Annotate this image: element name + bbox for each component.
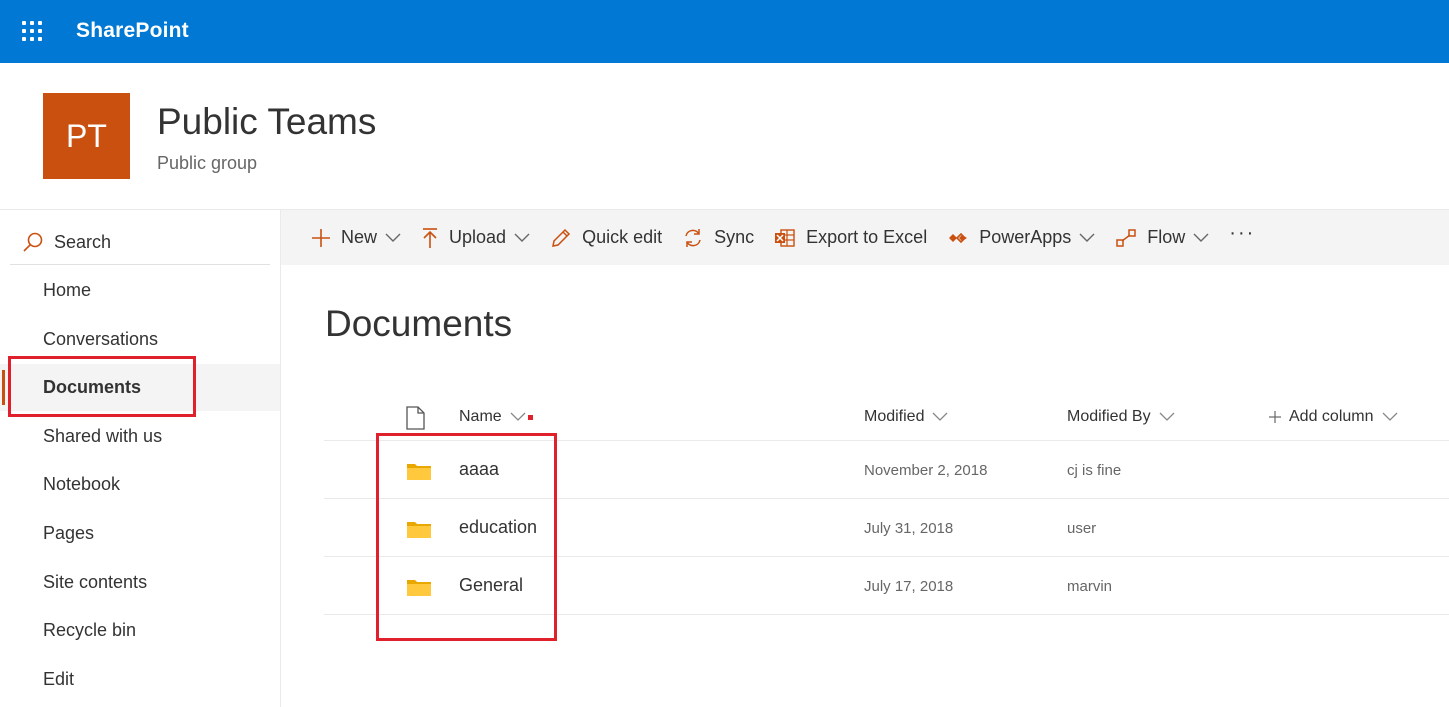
column-modified-by-label: Modified By <box>1067 408 1151 425</box>
column-modified-label: Modified <box>864 408 925 425</box>
chevron-down-icon <box>933 412 948 421</box>
add-column-button[interactable]: Add column <box>1268 408 1398 426</box>
site-logo[interactable]: PT <box>43 93 130 179</box>
list-header: Name Modified Modified By Add column <box>324 395 1449 441</box>
chevron-down-icon <box>514 233 530 242</box>
quick-edit-button[interactable]: Quick edit <box>550 210 662 265</box>
upload-label: Upload <box>449 227 507 247</box>
upload-icon <box>423 227 438 248</box>
plus-icon <box>1269 411 1281 423</box>
suite-brand[interactable]: SharePoint <box>76 19 189 43</box>
plus-icon <box>312 228 330 247</box>
flow-icon <box>1116 228 1137 247</box>
suite-bar: SharePoint <box>0 0 1449 63</box>
page-title: Documents <box>325 303 513 344</box>
chevron-down-icon <box>385 233 401 242</box>
nav-item-pages[interactable]: Pages <box>0 510 280 557</box>
chevron-down-icon <box>1193 233 1209 242</box>
search-icon <box>23 232 43 252</box>
flow-label: Flow <box>1147 227 1186 247</box>
sync-icon <box>685 228 701 247</box>
app-launcher-icon[interactable] <box>20 19 44 43</box>
powerapps-button[interactable]: PowerApps <box>947 210 1095 265</box>
chevron-down-icon <box>1079 233 1095 242</box>
chevron-down-icon <box>1382 412 1397 421</box>
nav-item-conversations[interactable]: Conversations <box>0 316 280 363</box>
export-to-excel-label: Export to Excel <box>806 227 928 247</box>
new-label: New <box>341 227 378 247</box>
modified-date: July 31, 2018 <box>864 520 954 537</box>
powerapps-label: PowerApps <box>979 227 1072 247</box>
file-name[interactable]: education <box>459 517 537 538</box>
quick-edit-label: Quick edit <box>582 227 663 247</box>
search-box[interactable]: Search <box>10 220 270 265</box>
add-column-label: Add column <box>1289 408 1374 425</box>
file-name[interactable]: General <box>459 575 523 596</box>
new-button[interactable]: New <box>311 210 401 265</box>
site-subtitle: Public group <box>157 153 258 173</box>
pencil-icon <box>552 228 571 247</box>
file-name[interactable]: aaaa <box>459 459 499 480</box>
nav-item-site-contents[interactable]: Site contents <box>0 559 280 606</box>
file-type-icon[interactable] <box>405 406 425 430</box>
sync-label: Sync <box>714 227 755 247</box>
modified-by[interactable]: user <box>1067 520 1096 537</box>
upload-button[interactable]: Upload <box>421 210 530 265</box>
folder-icon <box>407 580 431 596</box>
site-title[interactable]: Public Teams <box>157 101 376 143</box>
more-options-icon[interactable]: ··· <box>1229 222 1255 245</box>
column-header-modified-by[interactable]: Modified By <box>1067 408 1175 426</box>
folder-icon <box>407 464 431 480</box>
command-bar: New Upload Quick edit Sync Export to Exc… <box>281 210 1449 265</box>
excel-icon <box>775 228 795 247</box>
sort-indicator-icon <box>527 414 533 420</box>
modified-date: July 17, 2018 <box>864 578 954 595</box>
column-name-label: Name <box>459 408 502 425</box>
chevron-down-icon <box>510 412 526 421</box>
flow-button[interactable]: Flow <box>1115 210 1209 265</box>
search-label: Search <box>54 231 112 252</box>
modified-date: November 2, 2018 <box>864 462 988 479</box>
sync-button[interactable]: Sync <box>682 210 754 265</box>
nav-item-shared-with-us[interactable]: Shared with us <box>0 413 280 460</box>
table-row[interactable]: aaaa November 2, 2018 cj is fine <box>324 441 1449 499</box>
left-navigation: Search Home Conversations Documents Shar… <box>0 210 281 707</box>
powerapps-icon <box>949 232 968 243</box>
nav-item-documents[interactable]: Documents <box>0 364 280 411</box>
nav-item-edit[interactable]: Edit <box>0 656 280 703</box>
modified-by[interactable]: cj is fine <box>1067 462 1121 479</box>
table-row[interactable]: education July 31, 2018 user <box>324 499 1449 557</box>
nav-item-home[interactable]: Home <box>0 267 280 314</box>
nav-item-notebook[interactable]: Notebook <box>0 461 280 508</box>
folder-icon <box>407 522 431 538</box>
nav-item-recycle-bin[interactable]: Recycle bin <box>0 607 280 654</box>
column-header-name[interactable]: Name <box>459 408 533 426</box>
chevron-down-icon <box>1159 412 1175 421</box>
modified-by[interactable]: marvin <box>1067 578 1112 595</box>
export-to-excel-button[interactable]: Export to Excel <box>774 210 927 265</box>
column-header-modified[interactable]: Modified <box>864 408 948 426</box>
table-row[interactable]: General July 17, 2018 marvin <box>324 557 1449 615</box>
